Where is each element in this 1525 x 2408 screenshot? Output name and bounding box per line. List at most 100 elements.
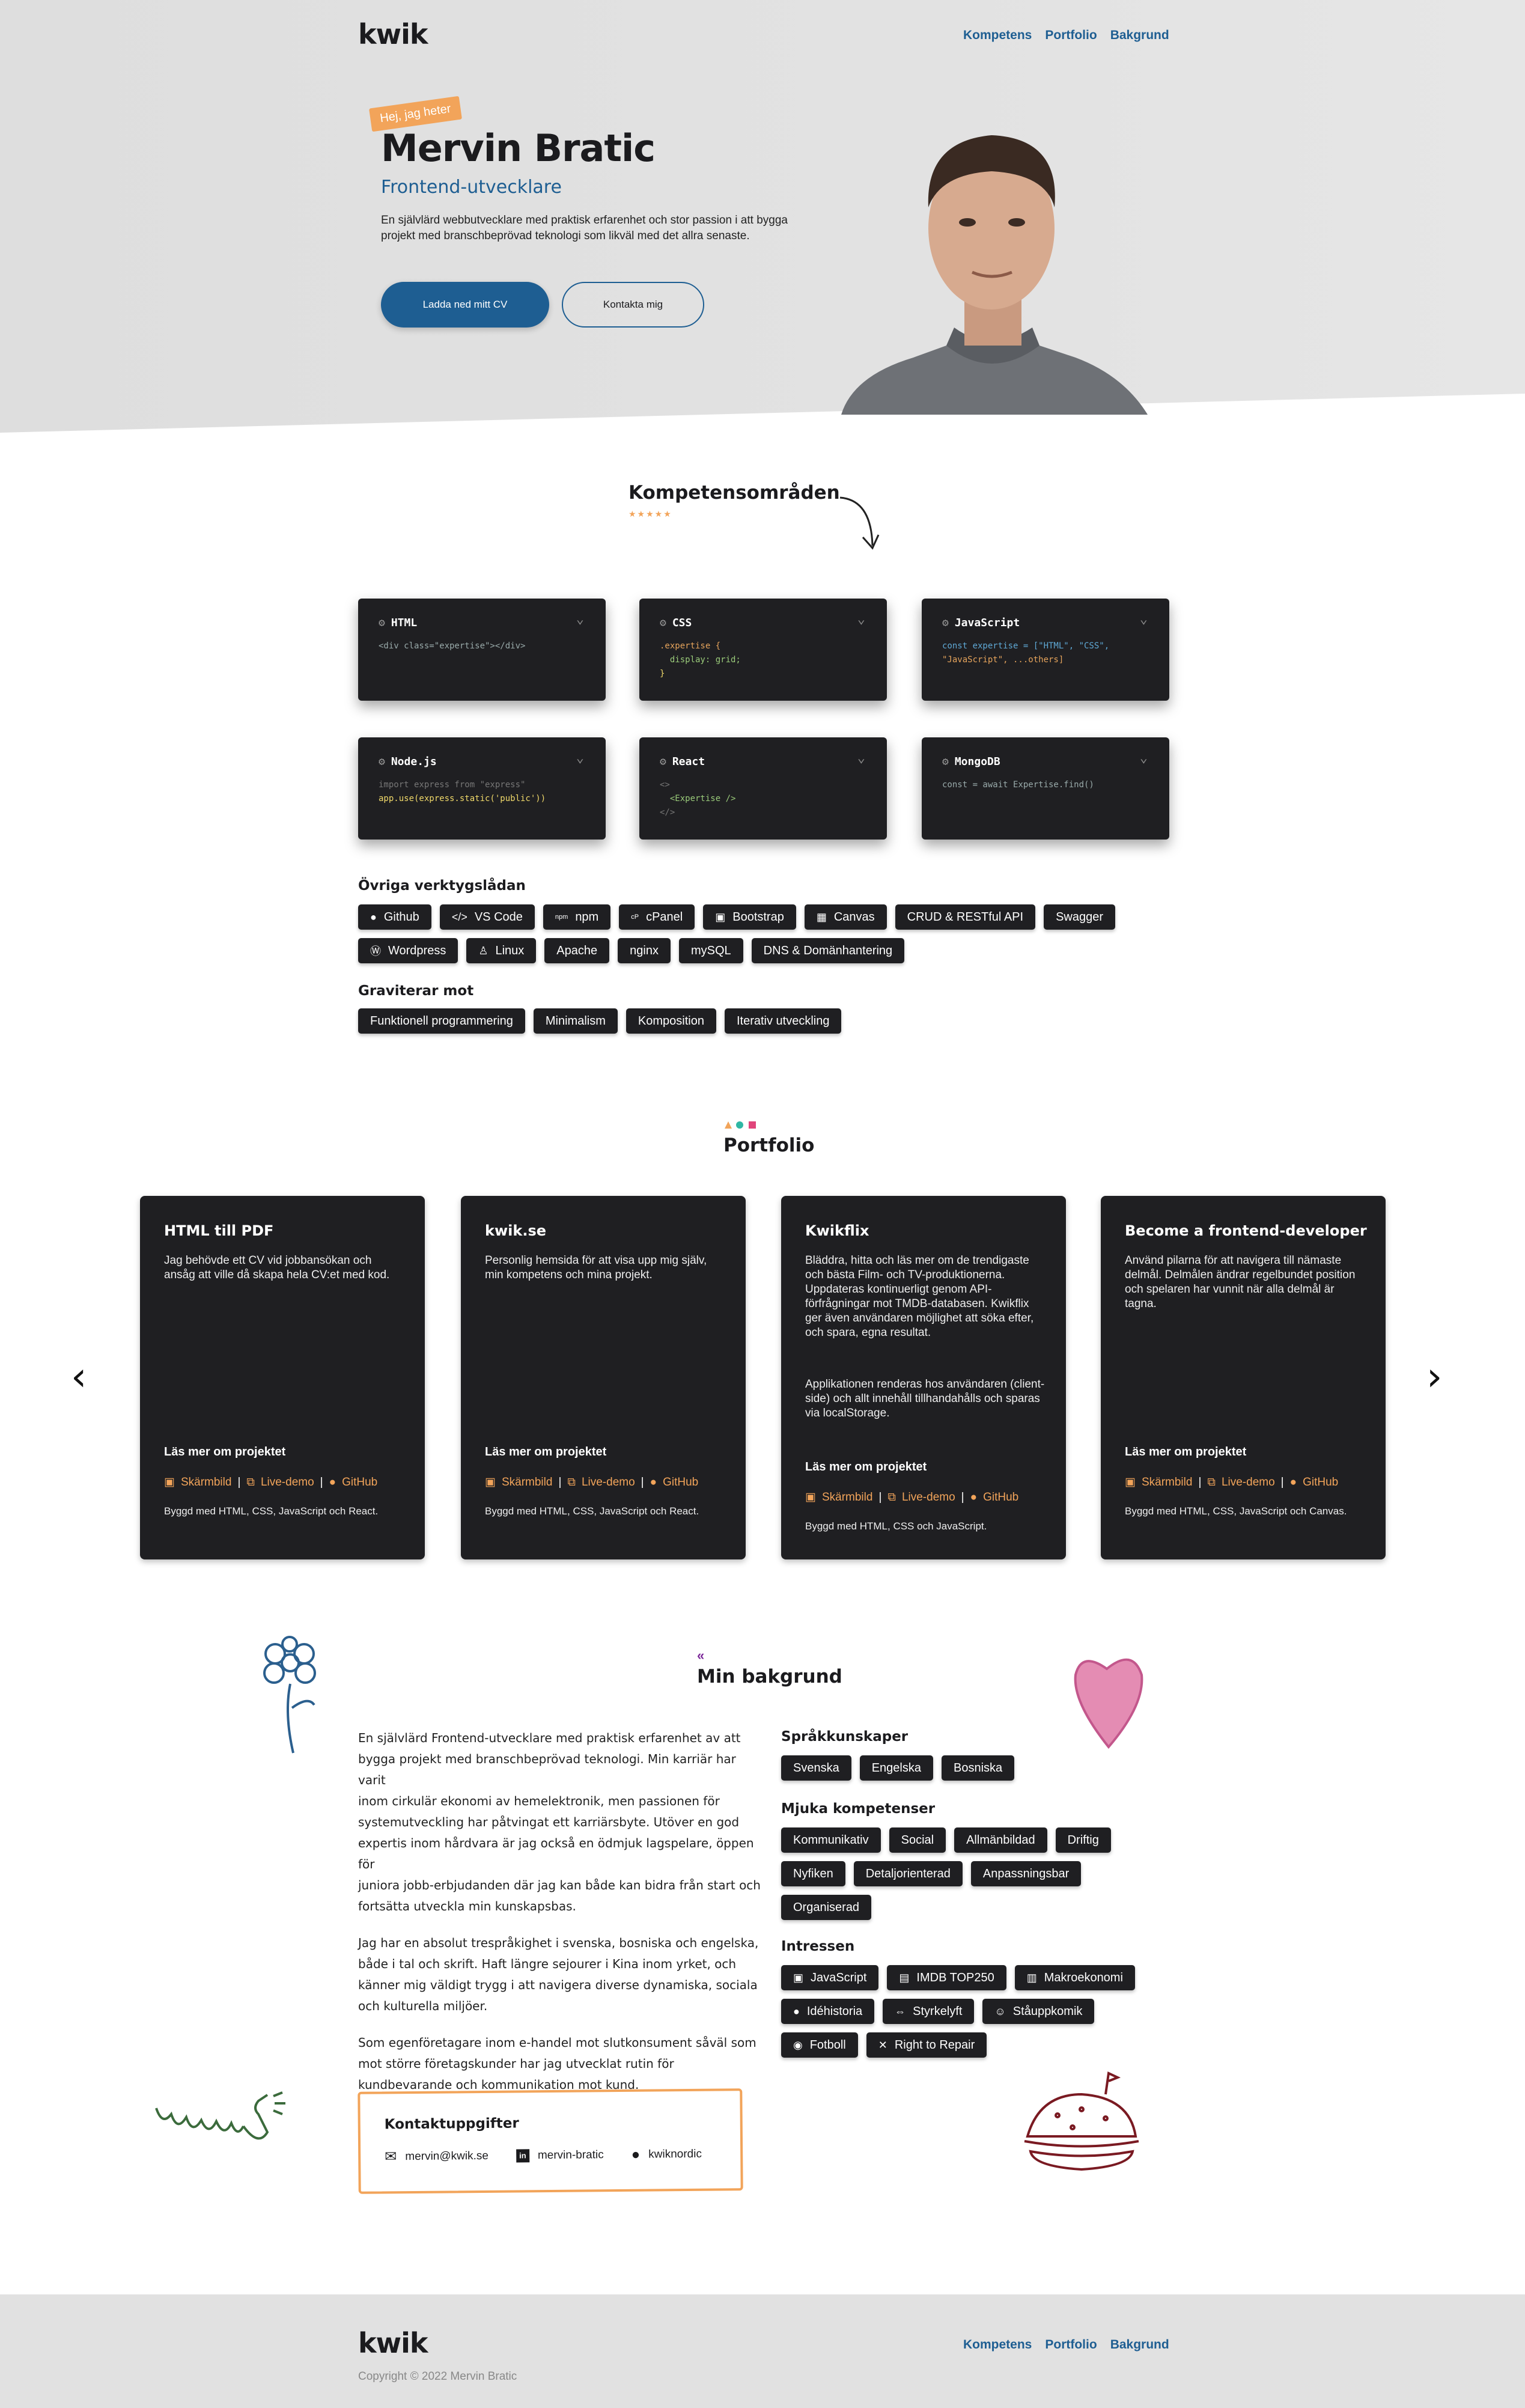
project-description: Applikationen renderas hos användaren (c… — [805, 1378, 1045, 1419]
tag-npm: npm npm — [543, 904, 611, 930]
chevron-down-icon[interactable]: ⌄ — [1140, 751, 1148, 766]
interest-tags: ▣ JavaScript ▤ IMDB TOP250 ▥ Makroekonomi ●… — [781, 1965, 1166, 2058]
carousel-prev-arrow[interactable]: ‹ — [71, 1353, 87, 1400]
flower-doodle-icon — [263, 1636, 316, 1754]
github-link[interactable]: GitHub — [663, 1476, 698, 1489]
code-line: <Expertise /> — [660, 794, 736, 803]
tag-label: Right to Repair — [894, 2038, 975, 2052]
tag-mysql: mySQL — [678, 938, 743, 963]
skill-card-title: React — [672, 755, 705, 768]
tag-imdb: ▤ IMDB TOP250 — [887, 1965, 1006, 1990]
chevron-down-icon[interactable]: ⌄ — [857, 751, 865, 766]
skill-card-html[interactable]: ⚙ HTML ⌄ <div class="expertise"></div> — [358, 599, 606, 701]
github-link[interactable]: GitHub — [1303, 1476, 1338, 1489]
tag-svenska: Svenska — [781, 1755, 851, 1781]
hero-name: Mervin Bratic — [381, 126, 656, 170]
github-link[interactable]: GitHub — [983, 1491, 1018, 1504]
live-demo-link[interactable]: Live-demo — [1222, 1476, 1275, 1489]
tag-label: Wordpress — [388, 943, 446, 957]
gravitate-tags: Funktionell programmering Minimalism Kom… — [358, 1008, 842, 1034]
tag-anpassningsbar: Anpassningsbar — [970, 1861, 1082, 1886]
footer — [0, 2294, 1525, 2408]
image-icon: ▣ — [164, 1476, 175, 1489]
site-logo[interactable]: kwik — [358, 18, 428, 50]
github-icon: ● — [329, 1475, 336, 1489]
chevron-down-icon[interactable]: ⌄ — [576, 751, 584, 766]
skill-card-javascript[interactable]: ⚙ JavaScript ⌄ const expertise = ["HTML",… — [922, 599, 1169, 701]
project-title: kwik.se — [485, 1222, 546, 1239]
nav-link-bakgrund[interactable]: Bakgrund — [1110, 28, 1169, 43]
skills-title: Kompetensområden — [629, 482, 840, 504]
code-line: .expertise { — [660, 641, 721, 651]
toolbox-tags: ● Github </> VS Code npm npm cP cPanel ▣ Boot… — [358, 904, 1187, 963]
screenshot-link[interactable]: Skärmbild — [1142, 1476, 1192, 1489]
bootstrap-icon: ▣ — [715, 910, 726, 923]
live-demo-link[interactable]: Live-demo — [582, 1476, 635, 1489]
gear-icon: ⚙ — [660, 617, 666, 629]
footer-link-bakgrund[interactable]: Bakgrund — [1110, 2338, 1169, 2352]
email-link[interactable]: mervin@kwik.se — [405, 2149, 489, 2163]
burger-doodle-icon — [1024, 2071, 1139, 2171]
linkedin-link[interactable]: mervin-bratic — [538, 2148, 604, 2162]
code-line: "JavaScript", ...others] — [942, 655, 1064, 665]
code-snippet: .expertise { display: grid;} — [660, 639, 741, 681]
nav-link-portfolio[interactable]: Portfolio — [1045, 28, 1097, 43]
gear-icon: ⚙ — [379, 617, 385, 629]
main-nav: Kompetens Portfolio Bakgrund — [963, 28, 1169, 43]
read-more-link[interactable]: Läs mer om projektet — [1125, 1445, 1246, 1459]
skill-card-title: Node.js — [391, 755, 437, 768]
screenshot-link[interactable]: Skärmbild — [502, 1476, 552, 1489]
chevron-down-icon[interactable]: ⌄ — [1140, 612, 1148, 627]
download-cv-button[interactable]: Ladda ned mitt CV — [381, 282, 549, 328]
project-title: HTML till PDF — [164, 1222, 274, 1239]
tag-label: CRUD & RESTful API — [907, 910, 1024, 924]
skill-card-nodejs[interactable]: ⚙ Node.js ⌄ import express from "express"… — [358, 737, 606, 840]
stars-rating: ★★★★★ — [629, 509, 672, 519]
gravitate-title: Graviterar mot — [358, 983, 474, 999]
heart-doodle-icon — [1074, 1658, 1143, 1749]
footer-logo[interactable]: kwik — [358, 2327, 428, 2359]
read-more-link[interactable]: Läs mer om projektet — [485, 1445, 606, 1459]
code-icon: </> — [451, 910, 467, 923]
paragraph: Som egenföretagare inom e-handel mot slu… — [358, 2032, 761, 2096]
tag-dns: DNS & Domänhantering — [751, 938, 905, 963]
project-description: Använd pilarna för att navigera till näm… — [1125, 1254, 1356, 1310]
footer-link-portfolio[interactable]: Portfolio — [1045, 2338, 1097, 2352]
tag-apache: Apache — [544, 938, 610, 963]
tag-label: Makroekonomi — [1044, 1971, 1123, 1984]
read-more-link[interactable]: Läs mer om projektet — [805, 1460, 927, 1474]
nav-link-kompetens[interactable]: Kompetens — [963, 28, 1032, 43]
tag-label: IMDB TOP250 — [916, 1971, 994, 1984]
text-line: både i tal och skrift. Haft längre sejou… — [358, 1957, 737, 1971]
github-link[interactable]: kwiknordic — [648, 2147, 702, 2161]
tag-canvas: ▦ Canvas — [804, 904, 887, 930]
contact-box: Kontaktuppgifter ✉ mervin@kwik.se in mervi… — [358, 2088, 743, 2194]
skill-card-mongodb[interactable]: ⚙ MongoDB ⌄ const = await Expertise.find(… — [922, 737, 1169, 840]
hero-intro-line: projekt med branschbeprövad teknologi so… — [381, 230, 750, 242]
tag-label: JavaScript — [811, 1971, 867, 1984]
screenshot-link[interactable]: Skärmbild — [181, 1476, 231, 1489]
skill-card-react[interactable]: ⚙ React ⌄ <> <Expertise /> </> — [639, 737, 887, 840]
carousel-next-arrow[interactable]: › — [1426, 1353, 1442, 1400]
chevron-down-icon[interactable]: ⌄ — [576, 612, 584, 627]
code-line: app.use(express.static('public')) — [379, 794, 546, 803]
github-icon: ● — [650, 1475, 657, 1489]
read-more-link[interactable]: Läs mer om projektet — [164, 1445, 285, 1459]
tag-nginx: nginx — [618, 938, 671, 963]
contact-me-button[interactable]: Kontakta mig — [562, 282, 704, 328]
github-icon: ● — [370, 910, 377, 923]
github-icon: ● — [970, 1490, 978, 1504]
github-link[interactable]: GitHub — [342, 1476, 377, 1489]
chevron-down-icon[interactable]: ⌄ — [857, 612, 865, 627]
tag-bosniska: Bosniska — [942, 1755, 1015, 1781]
tag-linux: ♙ Linux — [466, 938, 537, 963]
profile-photo — [841, 135, 1148, 415]
screenshot-link[interactable]: Skärmbild — [822, 1491, 872, 1504]
project-card-kwikflix: Kwikflix Bläddra, hitta och läs mer om d… — [781, 1196, 1066, 1559]
footer-link-kompetens[interactable]: Kompetens — [963, 2338, 1032, 2352]
skill-card-css[interactable]: ⚙ CSS ⌄ .expertise { display: grid;} — [639, 599, 887, 701]
live-demo-link[interactable]: Live-demo — [902, 1491, 955, 1504]
tag-label: Linux — [495, 943, 525, 957]
external-link-icon: ⧉ — [887, 1490, 896, 1504]
live-demo-link[interactable]: Live-demo — [261, 1476, 314, 1489]
